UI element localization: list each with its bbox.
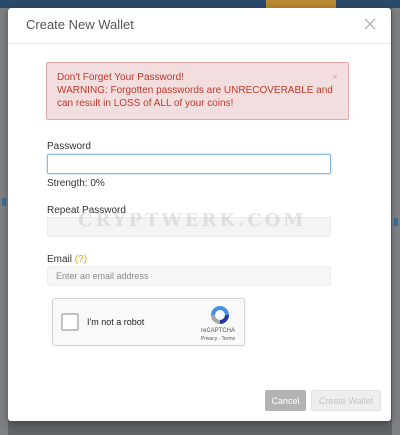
email-input[interactable]	[47, 266, 331, 286]
background-left-edge	[0, 8, 8, 435]
background-link-fragment	[2, 198, 6, 206]
recaptcha-privacy-terms[interactable]: Privacy - Terms	[193, 336, 243, 342]
alert-message: WARNING: Forgotten passwords are UNRECOV…	[57, 85, 333, 109]
background-link-fragment	[394, 218, 398, 226]
dialog-title: Create New Wallet	[26, 17, 134, 32]
recaptcha-logo-icon	[211, 306, 229, 324]
recaptcha-brand: reCAPTCHA	[200, 328, 235, 334]
alert-close-icon[interactable]: ×	[332, 71, 338, 84]
recaptcha-widget: I'm not a robot reCAPTCHA Privacy - Term…	[52, 298, 245, 346]
close-icon[interactable]	[361, 15, 379, 33]
email-label-group: Email (?)	[47, 254, 87, 265]
email-label: Email	[47, 254, 73, 265]
email-help-icon[interactable]: (?)	[75, 254, 87, 265]
alert-title: Don't Forget Your Password!	[57, 72, 184, 83]
password-label: Password	[47, 141, 91, 152]
background-top-button	[266, 0, 336, 8]
password-input[interactable]	[47, 154, 331, 174]
background-top-bar	[0, 0, 400, 8]
recaptcha-label: I'm not a robot	[87, 317, 145, 327]
create-wallet-dialog: Create New Wallet × Don't Forget Your Pa…	[8, 8, 391, 421]
create-wallet-button[interactable]: Create Wallet	[311, 390, 381, 411]
dialog-header: Create New Wallet	[8, 8, 391, 44]
password-strength: Strength: 0%	[47, 178, 105, 189]
password-warning-alert: × Don't Forget Your Password! WARNING: F…	[46, 62, 349, 120]
recaptcha-checkbox[interactable]	[61, 313, 79, 331]
cancel-button[interactable]: Cancel	[265, 390, 306, 411]
watermark: CRYPTWERK.COM	[78, 210, 307, 231]
